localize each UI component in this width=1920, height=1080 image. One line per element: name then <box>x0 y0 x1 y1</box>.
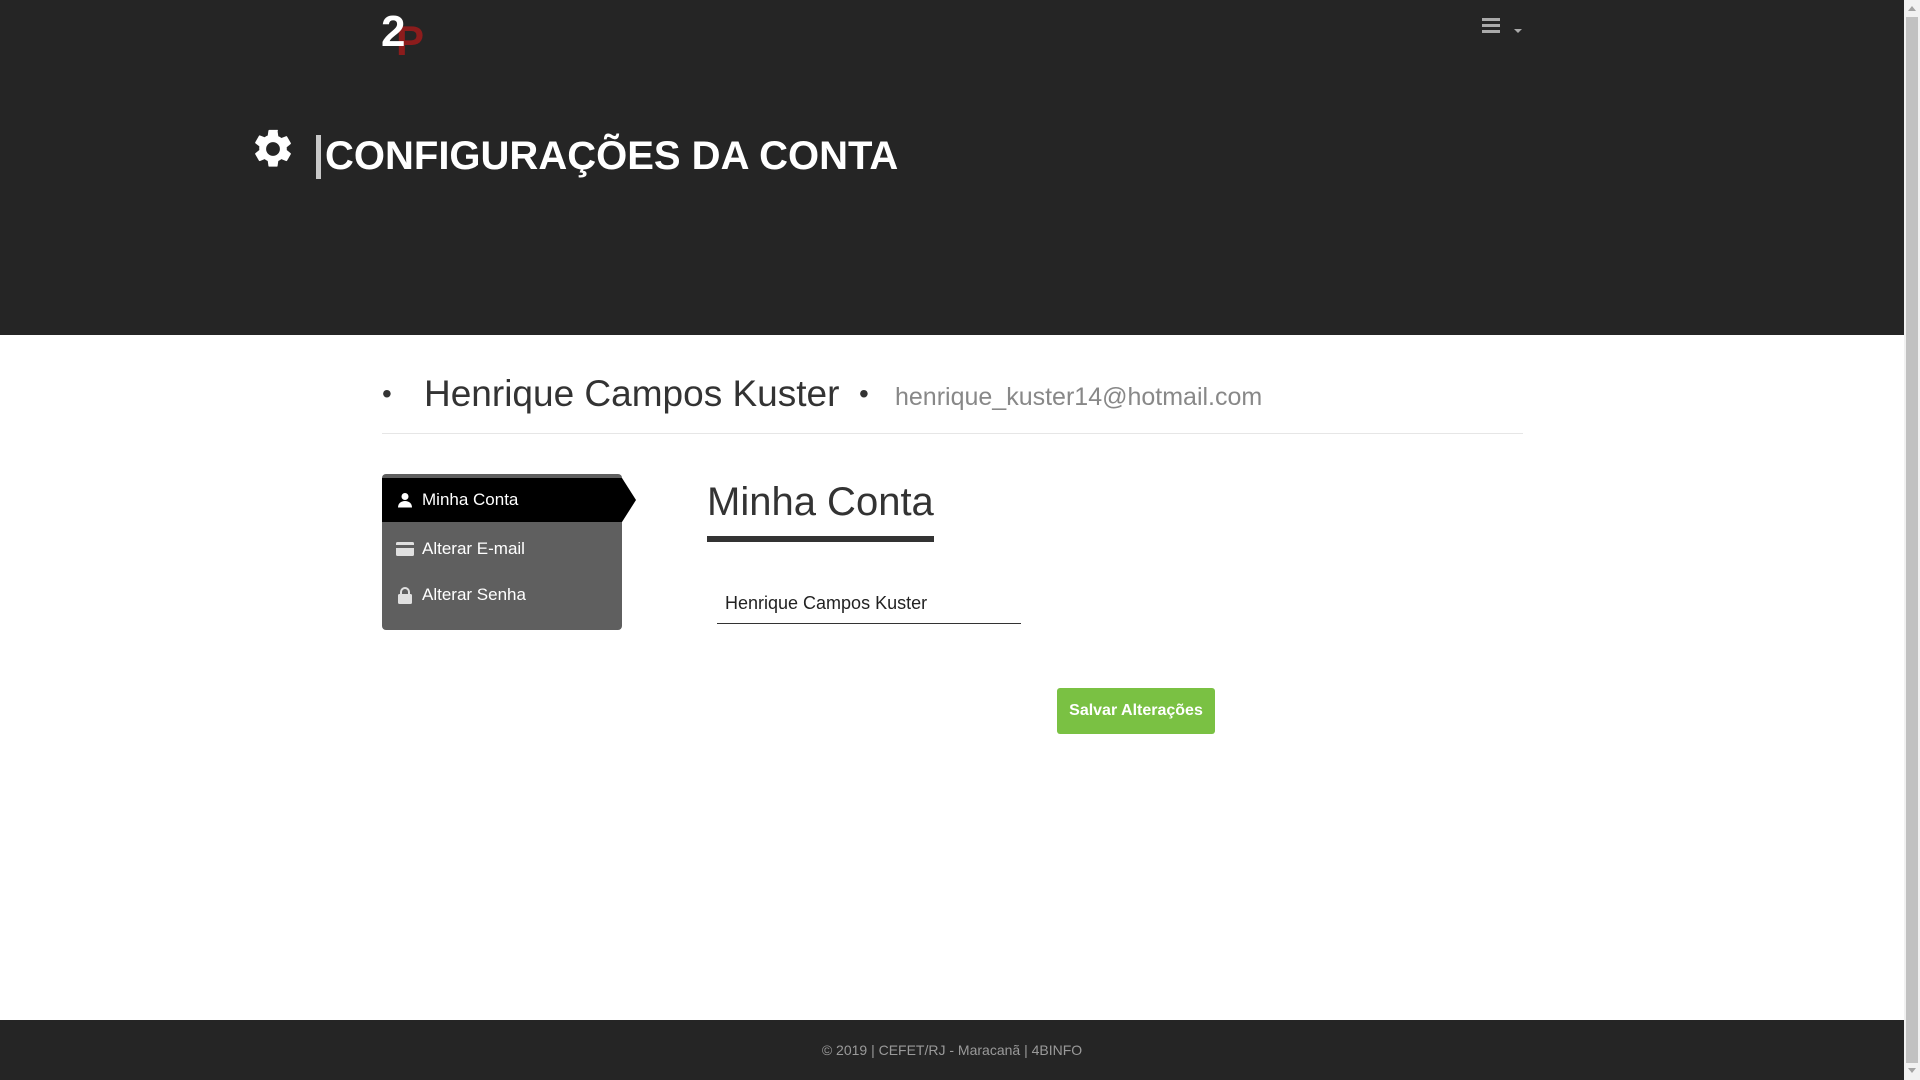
sidebar-item-alterar-email[interactable]: Alterar E-mail <box>382 526 622 572</box>
user-email: henrique_kuster14@hotmail.com <box>895 383 1263 411</box>
name-field[interactable] <box>717 584 1021 624</box>
scroll-down-icon[interactable] <box>1908 1068 1916 1073</box>
user-info-bar: • Henrique Campos Kuster • henrique_kust… <box>382 370 1523 434</box>
bullet-icon: • <box>382 378 392 409</box>
save-changes-button[interactable]: Salvar Alterações <box>1057 688 1215 734</box>
scrollbar-thumb[interactable] <box>1906 17 1918 1063</box>
heading-divider <box>316 135 321 179</box>
section-title: Minha Conta <box>707 476 934 542</box>
lock-icon <box>396 586 414 604</box>
hamburger-menu-button[interactable] <box>1478 12 1526 44</box>
bullet-icon: • <box>859 378 869 409</box>
hamburger-menu-icon <box>1482 18 1500 34</box>
vertical-scrollbar[interactable] <box>1904 0 1920 1080</box>
page-footer: © 2019 | CEFET/RJ - Maracanã | 4BINFO <box>0 1020 1904 1080</box>
footer-text: © 2019 | CEFET/RJ - Maracanã | 4BINFO <box>821 1042 1083 1058</box>
user-icon <box>396 491 414 509</box>
page-header: 2 P CONFIGURAÇÕES DA CONTA <box>0 0 1904 335</box>
scroll-up-icon[interactable] <box>1908 6 1916 11</box>
sidebar-item-label: Alterar Senha <box>422 585 526 604</box>
sidebar-item-alterar-senha[interactable]: Alterar Senha <box>382 572 622 618</box>
logo-digit: 2 <box>381 7 406 56</box>
user-name: Henrique Campos Kuster <box>424 373 840 414</box>
app-logo[interactable]: 2 P <box>381 7 425 62</box>
page-heading: CONFIGURAÇÕES DA CONTA <box>250 128 898 184</box>
sidebar-item-minha-conta[interactable]: Minha Conta <box>382 478 636 522</box>
credit-card-icon <box>396 540 414 558</box>
sidebar-item-label: Alterar E-mail <box>422 539 525 558</box>
settings-sidebar: Minha Conta Alterar E-mail Alterar Senha <box>382 474 636 630</box>
page-title: CONFIGURAÇÕES DA CONTA <box>325 133 899 178</box>
gear-icon <box>255 129 291 167</box>
sidebar-item-label: Minha Conta <box>422 490 519 509</box>
caret-down-icon <box>1514 29 1522 33</box>
